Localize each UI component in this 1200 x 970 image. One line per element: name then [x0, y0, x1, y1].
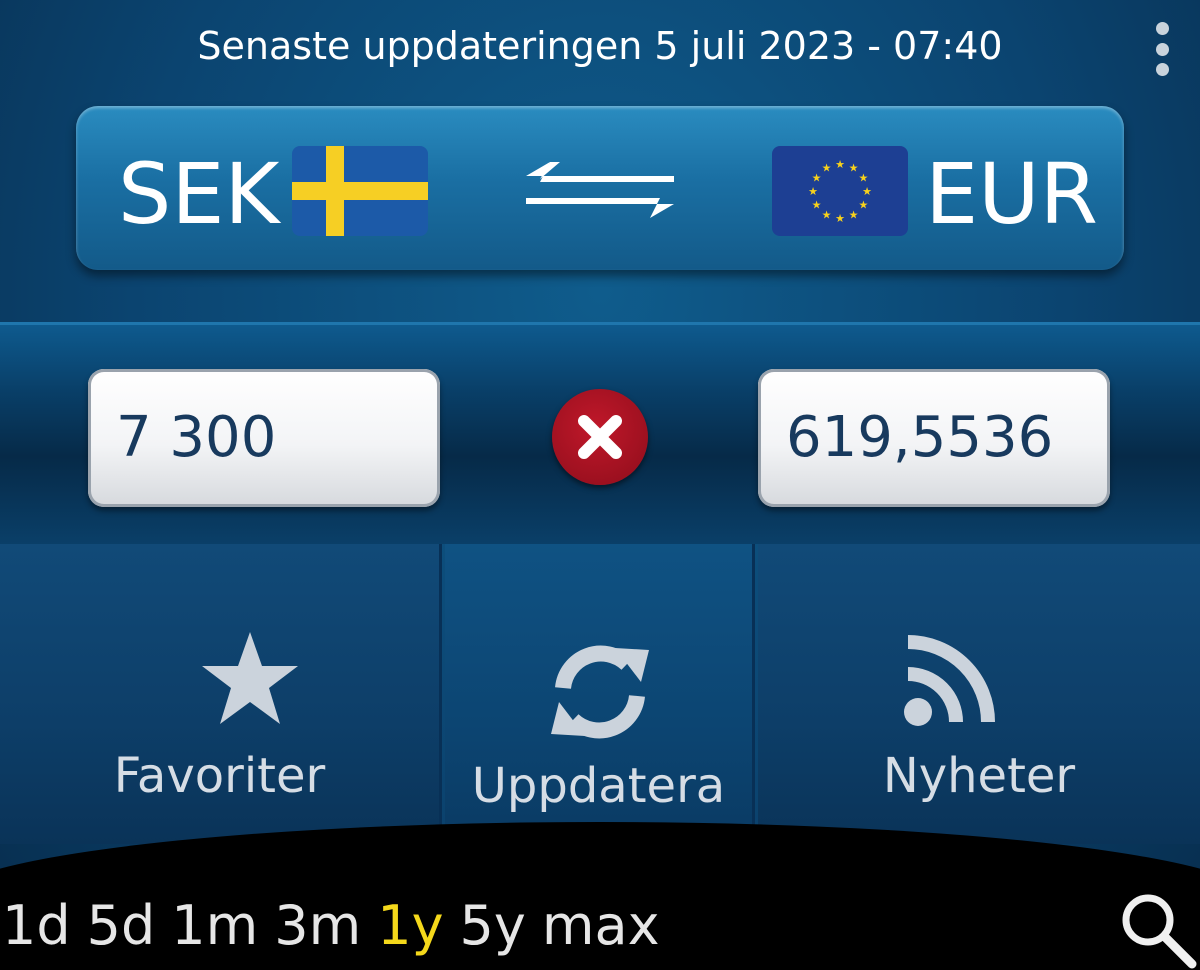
from-currency-code[interactable]: SEK: [118, 146, 279, 242]
star-icon: [198, 628, 302, 734]
period-option-1m[interactable]: 1m: [171, 894, 258, 958]
chart-period-bar: 1d 5d 1m 3m 1y 5y max: [0, 870, 1200, 970]
update-button[interactable]: Uppdatera: [445, 544, 755, 844]
last-updated-text: Senaste uppdateringen 5 juli 2023 - 07:4…: [197, 24, 1003, 68]
nav-button-row: Favoriter Uppdatera Nyheter: [0, 544, 1200, 844]
svg-text:★: ★: [812, 172, 822, 185]
news-button[interactable]: Nyheter: [758, 544, 1200, 844]
svg-text:★: ★: [858, 199, 868, 212]
svg-text:★: ★: [849, 162, 859, 175]
swap-arrows-icon[interactable]: [520, 152, 680, 228]
favorites-label: Favoriter: [113, 748, 326, 804]
favorites-button[interactable]: Favoriter: [0, 544, 442, 844]
sweden-flag-icon[interactable]: [292, 146, 428, 236]
refresh-icon: [545, 640, 655, 748]
svg-text:★: ★: [822, 208, 832, 221]
svg-text:★: ★: [858, 172, 868, 185]
amount-input-row: 7 300 619,5536: [0, 322, 1200, 544]
rss-feed-icon: [900, 630, 1000, 734]
svg-text:★: ★: [822, 162, 832, 175]
svg-text:★: ★: [812, 199, 822, 212]
period-option-3m[interactable]: 3m: [274, 894, 361, 958]
period-selector: 1d 5d 1m 3m 1y 5y max: [2, 894, 660, 958]
svg-text:★: ★: [849, 208, 859, 221]
overflow-menu-icon[interactable]: [1146, 18, 1178, 80]
period-option-1y[interactable]: 1y: [377, 894, 443, 958]
svg-text:★: ★: [808, 185, 818, 198]
to-amount-field[interactable]: 619,5536: [758, 369, 1110, 507]
from-amount-value[interactable]: 7 300: [116, 405, 276, 470]
update-label: Uppdatera: [471, 758, 726, 814]
news-label: Nyheter: [882, 748, 1076, 804]
search-icon[interactable]: [1110, 886, 1200, 970]
period-option-5y[interactable]: 5y: [460, 894, 526, 958]
from-amount-field[interactable]: 7 300: [88, 369, 440, 507]
svg-text:★: ★: [835, 212, 845, 225]
svg-text:★: ★: [862, 185, 872, 198]
eu-flag-icon[interactable]: ★ ★ ★ ★ ★ ★ ★ ★ ★ ★ ★ ★: [772, 146, 908, 236]
svg-text:★: ★: [835, 158, 845, 171]
period-option-max[interactable]: max: [542, 894, 660, 958]
header: Senaste uppdateringen 5 juli 2023 - 07:4…: [0, 0, 1200, 100]
to-amount-value: 619,5536: [786, 405, 1054, 470]
currency-pair-bar: SEK ★ ★ ★ ★ ★ ★ ★ ★ ★ ★ ★ ★ EUR: [76, 106, 1124, 270]
currency-converter-app: Senaste uppdateringen 5 juli 2023 - 07:4…: [0, 0, 1200, 970]
to-currency-code[interactable]: EUR: [925, 146, 1098, 242]
period-option-5d[interactable]: 5d: [87, 894, 156, 958]
period-option-1d[interactable]: 1d: [2, 894, 71, 958]
clear-x-icon[interactable]: [552, 389, 648, 485]
